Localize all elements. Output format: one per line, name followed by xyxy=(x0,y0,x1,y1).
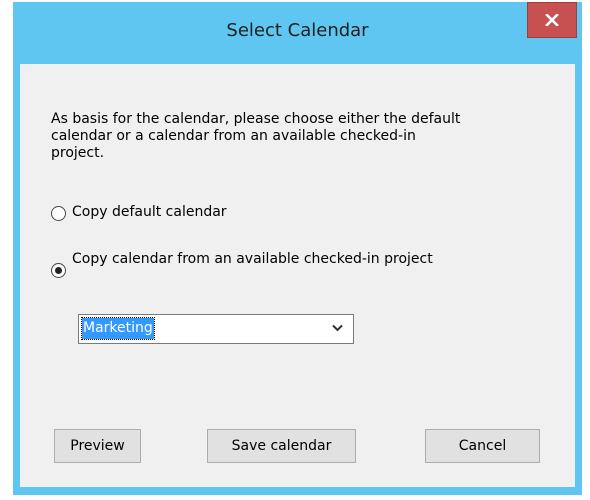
dialog-body: As basis for the calendar, please choose… xyxy=(20,64,575,487)
instruction-text: As basis for the calendar, please choose… xyxy=(51,111,461,161)
project-select[interactable]: Marketing xyxy=(78,314,354,344)
close-button[interactable] xyxy=(527,2,577,38)
window-title: Select Calendar xyxy=(226,20,369,41)
close-icon xyxy=(545,14,559,26)
dialog-window: Select Calendar As basis for the calenda… xyxy=(13,2,582,495)
project-calendar-radio[interactable] xyxy=(51,263,66,278)
default-calendar-radio[interactable] xyxy=(51,206,66,221)
option-project-calendar[interactable]: Copy calendar from an available checked-… xyxy=(51,251,441,278)
chevron-down-icon xyxy=(332,324,343,332)
title-bar[interactable]: Select Calendar xyxy=(13,2,582,64)
project-calendar-label: Copy calendar from an available checked-… xyxy=(72,251,433,267)
option-default-calendar[interactable]: Copy default calendar xyxy=(51,204,227,221)
default-calendar-label: Copy default calendar xyxy=(72,204,227,220)
preview-button[interactable]: Preview xyxy=(54,429,141,463)
save-calendar-button[interactable]: Save calendar xyxy=(207,429,356,463)
cancel-button[interactable]: Cancel xyxy=(425,429,540,463)
project-select-value: Marketing xyxy=(81,317,155,340)
